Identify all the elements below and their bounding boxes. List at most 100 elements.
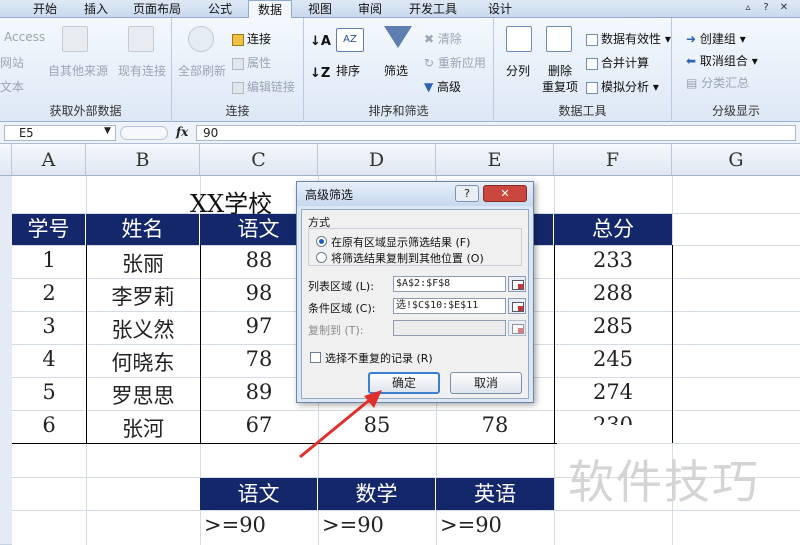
remove-duplicates-button[interactable]: 删除: [548, 62, 572, 79]
criteria-cell[interactable]: >=90: [200, 513, 318, 537]
help-icon[interactable]: ?: [760, 2, 772, 14]
insert-function-icon[interactable]: fx: [176, 125, 188, 139]
reapply-button[interactable]: ↻ 重新应用: [424, 54, 486, 71]
row-header-strip[interactable]: [0, 176, 12, 545]
group-outline: ➜ 创建组 ▾ ⬅ 取消组合 ▾ ▤ 分类汇总 分级显示: [672, 18, 800, 122]
cell-id[interactable]: 2: [12, 281, 86, 305]
column-header-e[interactable]: E: [436, 144, 554, 176]
group-external-data: Access 网站 文本 自其他来源 现有连接 获取外部数据: [0, 18, 172, 122]
refresh-all-button[interactable]: 全部刷新: [178, 62, 226, 79]
existing-connections-button[interactable]: 现有连接: [118, 62, 166, 79]
dialog-help-button[interactable]: ?: [455, 185, 479, 202]
dialog-title-bar[interactable]: 高级筛选 ? ✕: [297, 182, 533, 206]
header-cell-total[interactable]: 总分: [554, 214, 672, 245]
consolidate-button[interactable]: 合并计算: [586, 54, 649, 71]
table-border: [672, 245, 673, 443]
cell-total[interactable]: 288: [554, 281, 672, 305]
tab-data[interactable]: 数据: [248, 0, 292, 19]
tab-insert[interactable]: 插入: [76, 0, 116, 18]
column-header-f[interactable]: F: [554, 144, 672, 176]
clear-button[interactable]: ✖ 清除: [424, 30, 462, 47]
name-box[interactable]: E5: [4, 125, 116, 141]
from-access-button[interactable]: Access: [4, 30, 45, 44]
edit-links-button[interactable]: 编辑链接: [232, 78, 295, 95]
cell-id[interactable]: 1: [12, 248, 86, 272]
cell-id[interactable]: 4: [12, 347, 86, 371]
column-header-c[interactable]: C: [200, 144, 318, 176]
copy-to-picker-icon[interactable]: [508, 320, 526, 336]
unique-records-checkbox[interactable]: [310, 352, 321, 363]
option-copy-to[interactable]: 将筛选结果复制到其他位置 (O): [316, 250, 484, 266]
ok-button[interactable]: 确定: [368, 372, 440, 394]
tab-home[interactable]: 开始: [22, 0, 68, 18]
tab-page-layout[interactable]: 页面布局: [124, 0, 190, 18]
column-header-g[interactable]: G: [672, 144, 800, 176]
copy-to-input[interactable]: [393, 320, 506, 336]
select-all-corner[interactable]: [0, 144, 12, 176]
cell-name[interactable]: 李罗莉: [86, 281, 200, 311]
cell-id[interactable]: 5: [12, 380, 86, 404]
formula-splitter[interactable]: [120, 126, 168, 140]
window-close-icon[interactable]: ✕: [778, 2, 790, 14]
cell-id[interactable]: 3: [12, 314, 86, 338]
tab-review[interactable]: 审阅: [350, 0, 390, 18]
sort-descending-icon[interactable]: ↓Z: [310, 66, 330, 81]
advanced-filter-button[interactable]: ▼ 高级: [424, 78, 461, 95]
formula-input[interactable]: 90: [196, 125, 796, 141]
cell-name[interactable]: 罗思思: [86, 380, 200, 410]
sort-button[interactable]: 排序: [336, 62, 360, 79]
list-range-picker-icon[interactable]: [508, 276, 526, 292]
option-filter-in-place[interactable]: 在原有区域显示筛选结果 (F): [316, 234, 470, 250]
other-sources-button[interactable]: 自其他来源: [48, 62, 108, 79]
from-web-button[interactable]: 网站: [0, 54, 24, 71]
cell-id[interactable]: 6: [12, 413, 86, 437]
criteria-range-picker-icon[interactable]: [508, 298, 526, 314]
ungroup-button[interactable]: ⬅ 取消组合 ▾: [686, 52, 758, 69]
cell-english[interactable]: 78: [436, 413, 554, 437]
header-cell-id[interactable]: 学号: [12, 214, 86, 245]
subtotal-button[interactable]: ▤ 分类汇总: [686, 74, 749, 91]
criteria-header-english[interactable]: 英语: [436, 478, 554, 510]
connections-button[interactable]: 连接: [232, 30, 271, 47]
list-range-input[interactable]: $A$2:$F$8: [393, 276, 506, 292]
tab-view[interactable]: 视图: [300, 0, 340, 18]
cell-name[interactable]: 张义然: [86, 314, 200, 344]
criteria-cell[interactable]: >=90: [318, 513, 436, 537]
tab-formulas[interactable]: 公式: [200, 0, 240, 18]
cell-name[interactable]: 何晓东: [86, 347, 200, 377]
criteria-cell[interactable]: >=90: [436, 513, 554, 537]
radio-copy-to[interactable]: [316, 252, 327, 263]
dialog-close-button[interactable]: ✕: [483, 185, 527, 202]
cell-total[interactable]: 230: [554, 413, 672, 425]
criteria-range-input[interactable]: 选!$C$10:$E$11: [393, 298, 506, 314]
cell-total[interactable]: 245: [554, 347, 672, 371]
name-box-dropdown-icon[interactable]: ▼: [104, 126, 111, 136]
what-if-button[interactable]: 模拟分析 ▾: [586, 78, 659, 95]
sort-ascending-icon[interactable]: ↓A: [310, 34, 331, 49]
cell-name[interactable]: 张丽: [86, 248, 200, 278]
column-header-a[interactable]: A: [12, 144, 86, 176]
tab-design[interactable]: 设计: [478, 0, 522, 18]
ribbon-minimize-icon[interactable]: ▵: [742, 2, 754, 14]
criteria-header-chinese[interactable]: 语文: [200, 478, 318, 510]
column-header-b[interactable]: B: [86, 144, 200, 176]
radio-filter-in-place[interactable]: [316, 236, 327, 247]
cancel-button[interactable]: 取消: [450, 372, 522, 394]
data-validation-button[interactable]: 数据有效性 ▾: [586, 30, 671, 47]
criteria-header-math[interactable]: 数学: [318, 478, 436, 510]
tab-developer[interactable]: 开发工具: [400, 0, 466, 18]
from-text-button[interactable]: 文本: [0, 78, 24, 95]
cell-total[interactable]: 285: [554, 314, 672, 338]
header-cell-name[interactable]: 姓名: [86, 214, 200, 245]
cell-total[interactable]: 233: [554, 248, 672, 272]
cell-name[interactable]: 张河: [86, 413, 200, 443]
text-to-columns-button[interactable]: 分列: [506, 62, 530, 79]
cell-math[interactable]: 85: [318, 413, 436, 437]
cell-total[interactable]: 274: [554, 380, 672, 404]
properties-button[interactable]: 属性: [232, 54, 271, 71]
cell-chinese[interactable]: 67: [200, 413, 318, 437]
filter-button[interactable]: 筛选: [384, 62, 408, 79]
unique-records-option[interactable]: 选择不重复的记录 (R): [310, 350, 433, 366]
column-header-d[interactable]: D: [318, 144, 436, 176]
group-button[interactable]: ➜ 创建组 ▾: [686, 30, 746, 47]
